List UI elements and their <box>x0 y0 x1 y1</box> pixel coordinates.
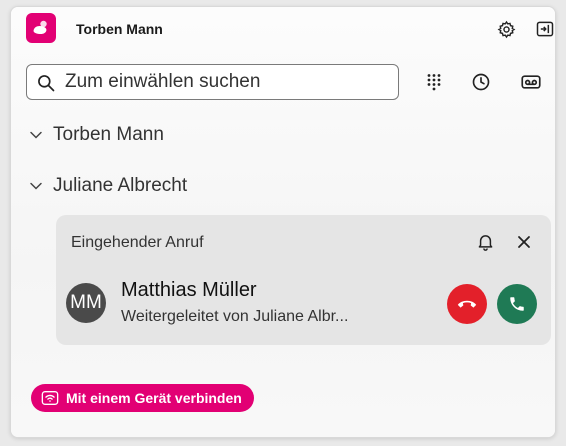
group-juliane-albrecht[interactable]: Juliane Albrecht <box>29 173 187 199</box>
voicemail-icon[interactable] <box>518 69 544 95</box>
gear-icon[interactable] <box>494 17 518 41</box>
close-icon[interactable] <box>513 231 535 253</box>
history-clock-icon[interactable] <box>468 69 494 95</box>
call-card-title: Eingehender Anruf <box>71 234 204 251</box>
hang-up-icon <box>457 300 477 308</box>
accept-call-button[interactable] <box>497 284 537 324</box>
dialpad-icon[interactable] <box>421 69 447 95</box>
group-label: Juliane Albrecht <box>53 175 188 196</box>
chevron-down-icon <box>30 131 42 139</box>
group-label: Torben Mann <box>53 124 164 145</box>
search-box[interactable] <box>26 64 399 100</box>
app-title: Torben Mann <box>76 21 163 37</box>
search-input[interactable] <box>65 69 385 95</box>
caller-name: Matthias Müller <box>121 279 257 301</box>
decline-call-button[interactable] <box>447 284 487 324</box>
incoming-call-card: Eingehender Anruf MM Matthias Müller Wei… <box>56 215 551 345</box>
avatar: MM <box>66 283 106 323</box>
sign-out-icon[interactable] <box>533 17 555 41</box>
telekom-logo-icon <box>26 13 56 43</box>
connect-device-label: Mit einem Gerät verbinden <box>66 390 242 406</box>
group-torben-mann[interactable]: Torben Mann <box>29 122 164 148</box>
app-window: Torben Mann Zum einwählen suchen Torben … <box>10 6 556 438</box>
chevron-down-icon <box>30 182 42 190</box>
wifi-device-icon <box>41 389 59 407</box>
phone-icon <box>510 297 524 311</box>
bell-icon[interactable] <box>474 231 496 253</box>
search-icon <box>38 75 55 92</box>
connect-device-button[interactable]: Mit einem Gerät verbinden <box>31 384 254 412</box>
caller-forwarded-text: Weitergeleitet von Juliane Albr... <box>121 308 349 325</box>
